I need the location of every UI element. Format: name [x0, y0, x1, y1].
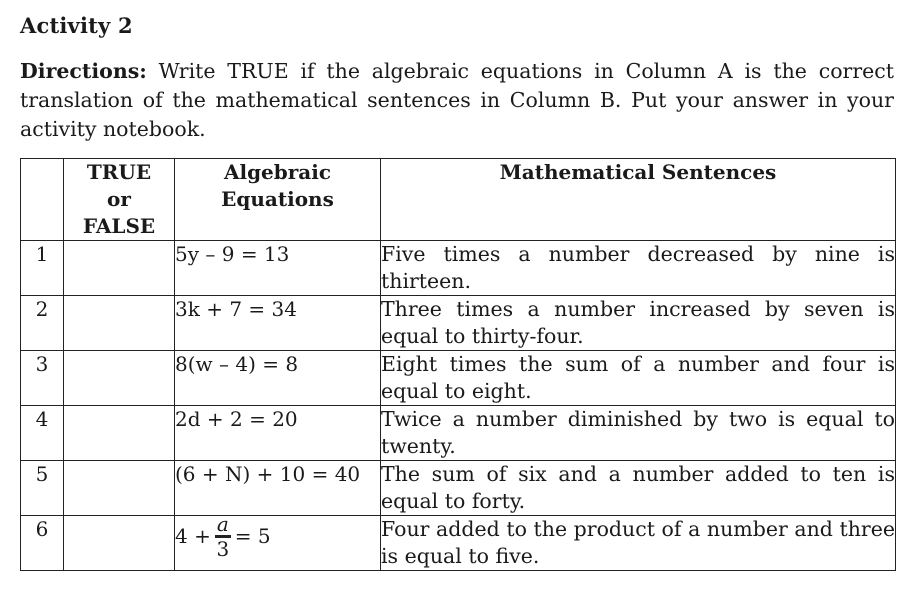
equation-cell: (6 + N) + 10 = 40: [174, 460, 381, 516]
table-row: 1 5y – 9 = 13 Five times a number decrea…: [20, 240, 896, 296]
sentence-cell: Five times a number decreased by nine is…: [380, 240, 896, 296]
header-true-line: TRUE: [86, 160, 152, 184]
answer-cell: [63, 350, 175, 406]
sentence-cell: Three times a number increased by seven …: [380, 295, 896, 351]
answer-cell: [63, 295, 175, 351]
header-algebraic-equations: Algebraic Equations: [174, 158, 381, 241]
fraction-equation: 4 + a 3 = 5: [175, 514, 271, 559]
answer-cell: [63, 460, 175, 516]
table-row: 2 3k + 7 = 34 Three times a number incre…: [20, 295, 896, 351]
equation-cell: 4 + a 3 = 5: [174, 514, 381, 571]
header-algebraic-line: Algebraic: [223, 160, 332, 184]
row-number: 6: [20, 515, 64, 571]
row-number: 4: [20, 405, 64, 461]
directions-paragraph: Directions: Write TRUE if the algebraic …: [20, 57, 894, 144]
sentence-cell: Eight times the sum of a number and four…: [380, 350, 896, 406]
table-row: 6 4 + a 3 = 5 Four added to the product …: [20, 514, 896, 571]
activity-table: TRUE or FALSE Algebraic Equations Mathem…: [20, 158, 896, 571]
equation-prefix: 4 +: [175, 524, 211, 548]
equation-cell: 5y – 9 = 13: [174, 240, 381, 296]
answer-cell: [63, 405, 175, 461]
answer-cell: [63, 240, 175, 296]
header-or-line: or: [107, 187, 131, 211]
header-number: [20, 158, 64, 241]
fraction-numerator: a: [214, 512, 231, 538]
row-number: 2: [20, 295, 64, 351]
row-number: 1: [20, 240, 64, 296]
equation-cell: 8(w – 4) = 8: [174, 350, 381, 406]
sentence-cell: Four added to the product of a number an…: [380, 515, 896, 571]
header-false-line: FALSE: [82, 214, 156, 238]
header-equations-line: Equations: [221, 187, 334, 211]
directions-text: Write TRUE if the algebraic equations in…: [20, 59, 894, 141]
equation-cell: 2d + 2 = 20: [174, 405, 381, 461]
table-header-row: TRUE or FALSE Algebraic Equations Mathem…: [20, 158, 896, 241]
fraction-denominator: 3: [216, 537, 230, 561]
row-number: 5: [20, 460, 64, 516]
table-row: 5 (6 + N) + 10 = 40 The sum of six and a…: [20, 460, 896, 516]
table-row: 4 2d + 2 = 20 Twice a number diminished …: [20, 405, 896, 461]
header-true-or-false: TRUE or FALSE: [63, 158, 175, 241]
answer-cell: [63, 515, 175, 571]
equation-cell: 3k + 7 = 34: [174, 295, 381, 351]
header-mathematical-sentences: Mathematical Sentences: [380, 158, 896, 241]
equation-suffix: = 5: [234, 524, 271, 548]
table-row: 3 8(w – 4) = 8 Eight times the sum of a …: [20, 350, 896, 406]
fraction: a 3: [214, 512, 231, 561]
row-number: 3: [20, 350, 64, 406]
sentence-cell: The sum of six and a number added to ten…: [380, 460, 896, 516]
activity-title: Activity 2: [20, 13, 133, 38]
directions-label: Directions:: [20, 59, 147, 83]
sentence-cell: Twice a number diminished by two is equa…: [380, 405, 896, 461]
